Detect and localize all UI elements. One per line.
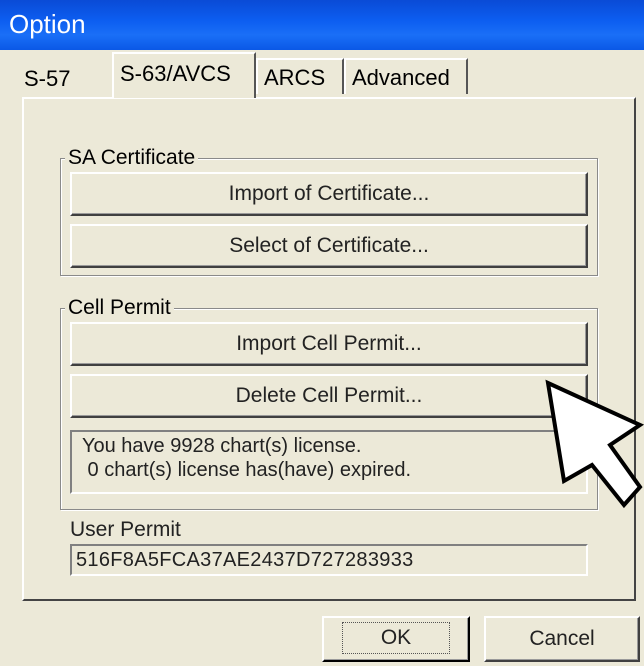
ok-button[interactable]: OK [322, 616, 470, 662]
user-permit-field[interactable]: 516F8A5FCA37AE2437D727283933 [70, 544, 588, 576]
import-cell-permit-button[interactable]: Import Cell Permit... [70, 322, 588, 366]
window-title: Option [9, 9, 86, 39]
cancel-button[interactable]: Cancel [484, 616, 640, 662]
user-permit-label: User Permit [70, 518, 181, 541]
cell-permit-legend: Cell Permit [65, 295, 174, 321]
title-bar[interactable]: Option [0, 0, 644, 50]
tab-arcs[interactable]: ARCS [256, 58, 344, 94]
license-expired-text: 0 chart(s) license has(have) expired. [82, 459, 412, 481]
tab-advanced[interactable]: Advanced [344, 58, 468, 94]
import-certificate-button[interactable]: Import of Certificate... [70, 172, 588, 216]
tab-strip: S-57 S-63/AVCS ARCS Advanced [0, 50, 644, 100]
arrow-cursor-icon [545, 379, 644, 509]
ok-label: OK [341, 622, 451, 654]
tab-s57[interactable]: S-57 [10, 64, 83, 94]
select-certificate-button[interactable]: Select of Certificate... [70, 224, 588, 268]
sa-certificate-legend: SA Certificate [65, 145, 199, 171]
tab-s63-avcs[interactable]: S-63/AVCS [112, 52, 256, 98]
license-info-box: You have 9928 chart(s) license. 0 chart(… [70, 430, 588, 494]
delete-cell-permit-button[interactable]: Delete Cell Permit... [70, 374, 588, 418]
license-count-text: You have 9928 chart(s) license. [82, 435, 362, 457]
